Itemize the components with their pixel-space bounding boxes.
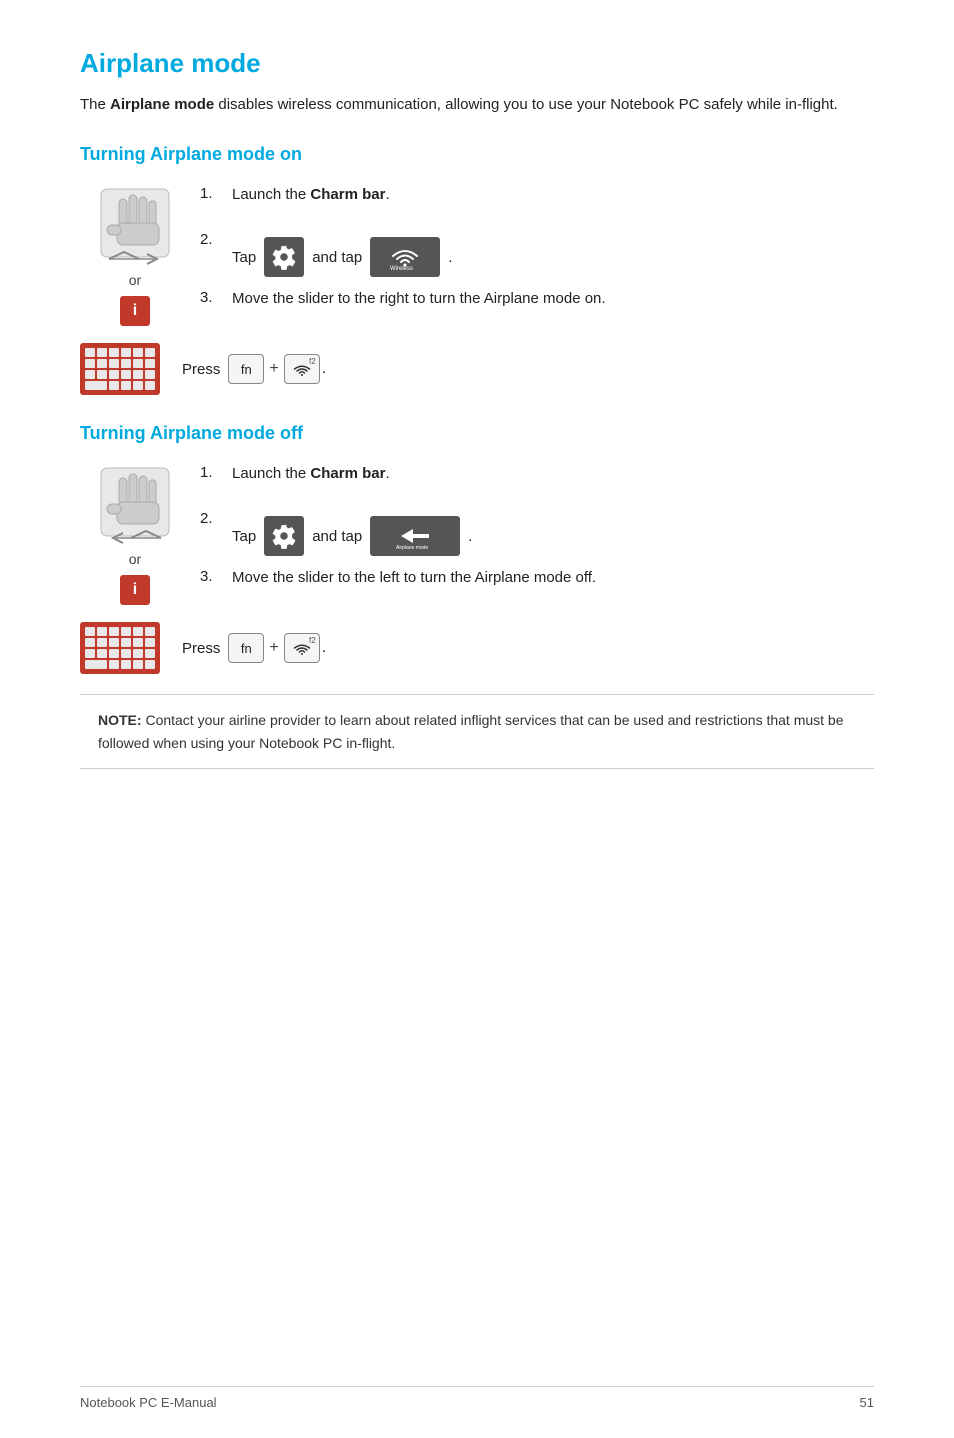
intro-bold: Airplane mode [110, 96, 214, 113]
off-step-2-num: 2. [200, 508, 232, 527]
note-box: NOTE: Contact your airline provider to l… [80, 694, 874, 769]
off-instructions-block: or i 1. Launch the Charm bar. 2. Tap [80, 462, 874, 612]
on-step-2: 2. Tap and tap [200, 229, 874, 277]
off-step-3-text: Move the slider to the left to turn the … [232, 566, 874, 589]
svg-text:Airplane mode: Airplane mode [396, 545, 428, 550]
small-red-icon-on: i [120, 296, 150, 326]
off-key-plus: + [269, 639, 278, 657]
off-key-f2: f2 [284, 633, 320, 663]
off-step-1: 1. Launch the Charm bar. [200, 462, 874, 498]
small-red-icon-off: i [120, 575, 150, 605]
settings-icon-off [264, 516, 304, 556]
on-step-1: 1. Launch the Charm bar. [200, 183, 874, 219]
on-step-2-num: 2. [200, 229, 232, 248]
on-step-1-text: Launch the Charm bar. [232, 183, 874, 206]
on-step-3: 3. Move the slider to the right to turn … [200, 287, 874, 323]
or-label-off: or [129, 551, 141, 567]
off-step-2: 2. Tap and tap Airplane mode [200, 508, 874, 556]
on-step-3-text: Move the slider to the right to turn the… [232, 287, 874, 310]
off-press-row: Press fn + f2 . [80, 622, 874, 674]
off-step-1-num: 1. [200, 462, 232, 481]
off-step-2-tap: Tap [232, 525, 256, 548]
on-step-2-tap: Tap [232, 246, 256, 269]
off-step-2-text: Tap and tap Airplane mode [232, 508, 874, 556]
on-key-f2: f2 [284, 354, 320, 384]
off-key-fn: fn [228, 633, 264, 663]
on-step-1-num: 1. [200, 183, 232, 202]
footer: Notebook PC E-Manual 51 [80, 1386, 874, 1410]
gesture-icon-on [95, 183, 175, 268]
off-press-label: Press [182, 640, 220, 657]
on-steps-column: 1. Launch the Charm bar. 2. Tap and tap [200, 183, 874, 333]
on-step-2-andtap: and tap [312, 246, 362, 269]
section-on-heading: Turning Airplane mode on [80, 144, 874, 165]
off-press-period: . [322, 639, 326, 657]
svg-text:Wireless: Wireless [390, 266, 413, 271]
on-press-label: Press [182, 361, 220, 378]
on-step-2-text: Tap and tap [232, 229, 874, 277]
hand-swipe-icon-off [99, 466, 171, 544]
intro-paragraph: The Airplane mode disables wireless comm… [80, 93, 874, 116]
off-image-column: or i [80, 462, 190, 605]
on-image-column: or i [80, 183, 190, 326]
off-steps-column: 1. Launch the Charm bar. 2. Tap and tap [200, 462, 874, 612]
off-step-2-andtap: and tap [312, 525, 362, 548]
airplane-icon-off: Airplane mode [370, 516, 460, 556]
off-step-3: 3. Move the slider to the left to turn t… [200, 566, 874, 602]
on-press-period: . [322, 360, 326, 378]
off-step-3-num: 3. [200, 566, 232, 585]
gesture-icon-off [95, 462, 175, 547]
note-label: NOTE: [98, 712, 142, 728]
on-press-row: Press fn + f2 . [80, 343, 874, 395]
on-key-plus: + [269, 360, 278, 378]
settings-icon-on [264, 237, 304, 277]
on-instructions-block: or i 1. Launch the Charm bar. 2. Tap [80, 183, 874, 333]
or-label-on: or [129, 272, 141, 288]
footer-right: 51 [860, 1395, 874, 1410]
note-text: Contact your airline provider to learn a… [98, 712, 844, 750]
on-key-fn: fn [228, 354, 264, 384]
intro-text: disables wireless communication, allowin… [214, 96, 838, 113]
hand-swipe-icon-on [99, 187, 171, 265]
keyboard-icon-on [80, 343, 160, 395]
page-title: Airplane mode [80, 48, 874, 79]
section-off-heading: Turning Airplane mode off [80, 423, 874, 444]
off-step-1-text: Launch the Charm bar. [232, 462, 874, 485]
footer-left: Notebook PC E-Manual [80, 1395, 217, 1410]
network-icon-on: Wireless [370, 237, 440, 277]
keyboard-icon-off [80, 622, 160, 674]
on-step-3-num: 3. [200, 287, 232, 306]
